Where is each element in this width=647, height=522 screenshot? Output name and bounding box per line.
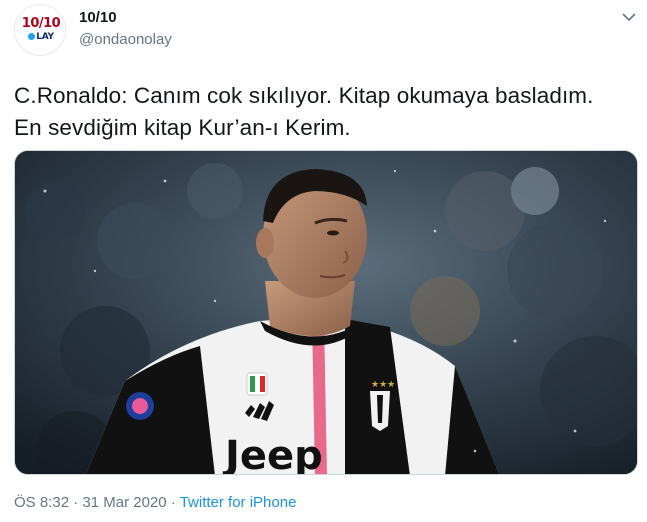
- avatar[interactable]: 10/10 LAY: [14, 4, 66, 56]
- meta-separator: ·: [166, 494, 180, 511]
- display-name[interactable]: 10/10: [79, 9, 117, 26]
- tweet-text-line: C.Ronaldo: Canım cok sıkılıyor. Kitap ok…: [14, 83, 594, 108]
- tweet-source-link[interactable]: Twitter for iPhone: [180, 494, 297, 511]
- tweet-photo[interactable]: ★★★ Jeep: [14, 150, 638, 475]
- chevron-down-icon[interactable]: [620, 8, 638, 26]
- tweet-time[interactable]: ÖS 8:32: [14, 494, 69, 511]
- avatar-logo-text: 10/10: [21, 16, 61, 31]
- tweet-text-line: En sevdiğim kitap Kur’an-ı Kerim.: [14, 115, 351, 140]
- logo-dot-icon: [28, 33, 36, 40]
- user-handle[interactable]: @ondaonolay: [79, 31, 172, 48]
- svg-text:★★★: ★★★: [371, 380, 395, 390]
- player-photo: ★★★ Jeep: [15, 151, 637, 475]
- sponsor-text: Jeep: [222, 433, 323, 475]
- chevron-down-icon-svg: [622, 13, 636, 21]
- tweet-card: 10/10 LAY 10/10 @ondaonolay C.Ronaldo: C…: [0, 0, 647, 522]
- tweet-meta: ÖS 8:32 · 31 Mar 2020 · Twitter for iPho…: [14, 494, 296, 511]
- avatar-logo-subtext-label: LAY: [36, 32, 54, 42]
- tweet-date[interactable]: 31 Mar 2020: [82, 494, 166, 511]
- tweet-text: C.Ronaldo: Canım cok sıkılıyor. Kitap ok…: [14, 80, 639, 144]
- avatar-logo-subtext: LAY: [18, 32, 64, 42]
- meta-separator: ·: [69, 494, 83, 511]
